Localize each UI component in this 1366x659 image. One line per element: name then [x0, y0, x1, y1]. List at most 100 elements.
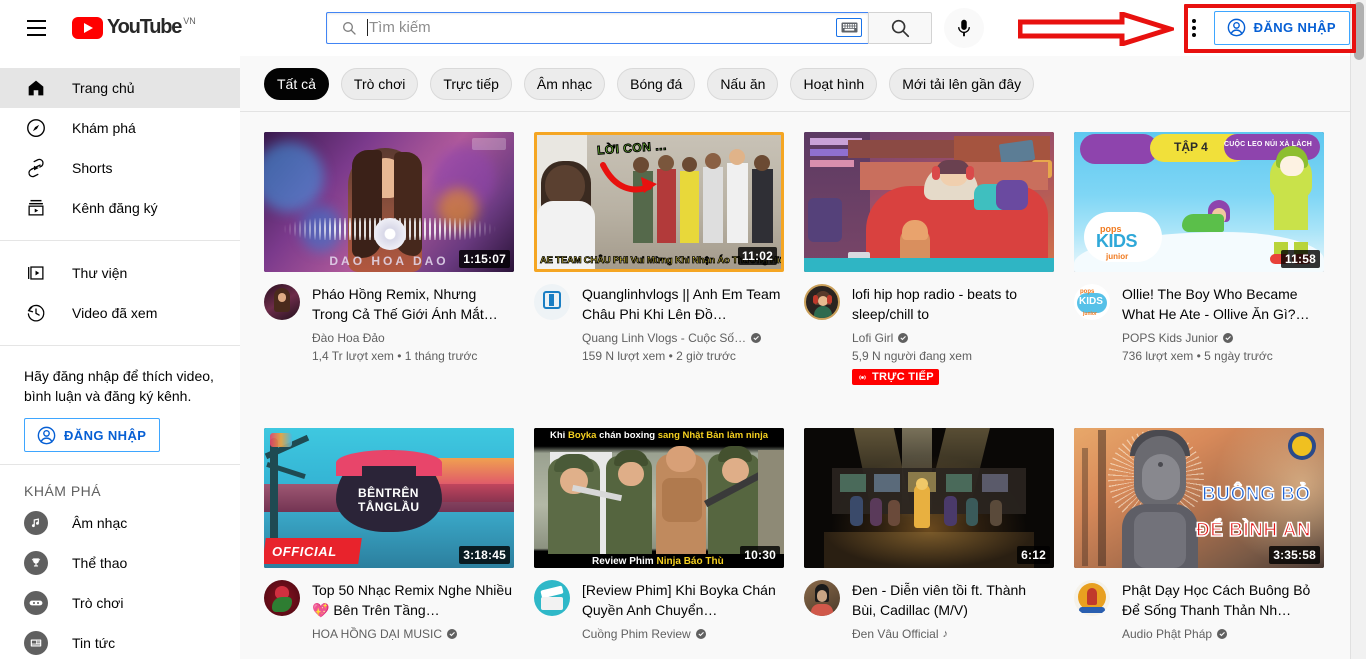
- video-card[interactable]: 6:12 Đen - Diễn viên tồi ft. Thành Bùi, …: [804, 427, 1054, 643]
- video-title[interactable]: Quanglinhvlogs || Anh Em Team Châu Phi K…: [582, 284, 784, 324]
- news-icon: [24, 631, 48, 655]
- sidebar-divider-3: [0, 464, 240, 465]
- video-channel[interactable]: Đen Vâu Official ♪: [852, 625, 1054, 643]
- video-card[interactable]: lofi hip hop radio - beats to sleep/chil…: [804, 132, 1054, 388]
- sidebar-signin-button[interactable]: ĐĂNG NHẬP: [24, 418, 161, 452]
- video-channel[interactable]: Lofi Girl: [852, 329, 1054, 347]
- chip-music[interactable]: Âm nhạc: [523, 67, 606, 100]
- sidebar-item-explore[interactable]: Khám phá: [0, 108, 240, 148]
- sidebar-item-sports[interactable]: Thể thao: [0, 543, 240, 583]
- video-stats: 736 lượt xem • 5 ngày trước: [1122, 349, 1273, 363]
- video-thumbnail[interactable]: BUÔNG BỎ ĐỂ BÌNH AN 3:35:58: [1074, 427, 1324, 568]
- home-icon: [24, 76, 48, 100]
- video-title[interactable]: Top 50 Nhạc Remix Nghe Nhiều 💖 Bên Trên …: [312, 580, 514, 620]
- chip-all[interactable]: Tất cả: [264, 67, 329, 100]
- signin-promo-text: Hãy đăng nhập để thích video, bình luận …: [24, 368, 214, 404]
- video-title[interactable]: Ollie! The Boy Who Became What He Ate - …: [1122, 284, 1324, 324]
- sidebar-item-history[interactable]: Video đã xem: [0, 293, 240, 333]
- search-box[interactable]: [326, 11, 868, 44]
- channel-avatar[interactable]: [804, 579, 840, 616]
- more-vertical-icon[interactable]: [1174, 8, 1214, 48]
- video-thumbnail[interactable]: TẬP 4 CUỘC LEO NÚI XÀ LÁCH pops KIDS jun…: [1074, 132, 1324, 272]
- channel-avatar[interactable]: [264, 284, 300, 320]
- sidebar-signin-promo: Hãy đăng nhập để thích video, bình luận …: [0, 358, 240, 452]
- thumbnail-badge-text: OFFICIAL: [272, 543, 337, 559]
- sidebar-item-label: Trang chủ: [72, 80, 135, 96]
- sidebar-item-home[interactable]: Trang chủ: [0, 68, 240, 108]
- video-thumbnail[interactable]: LỜI CON ... AE TEAM CHÂU PHI Vui Mừng Kh…: [534, 132, 784, 272]
- video-card[interactable]: Khi Boyka chán boxing sang Nhật Bản làm …: [534, 427, 784, 643]
- video-title[interactable]: Đen - Diễn viên tồi ft. Thành Bùi, Cadil…: [852, 580, 1054, 620]
- search-input[interactable]: [369, 19, 836, 36]
- video-info: Đen - Diễn viên tồi ft. Thành Bùi, Cadil…: [852, 580, 1054, 643]
- youtube-logo[interactable]: YouTube VN: [72, 16, 196, 39]
- verified-badge-icon: [1223, 333, 1234, 343]
- chip-gaming[interactable]: Trò chơi: [340, 67, 419, 100]
- video-channel[interactable]: HOA HỒNG DẠI MUSIC: [312, 625, 514, 643]
- video-meta: Đen - Diễn viên tồi ft. Thành Bùi, Cadil…: [804, 579, 1054, 643]
- channel-name: POPS Kids Junior: [1122, 331, 1219, 345]
- video-stats: 159 N lượt xem • 2 giờ trước: [582, 349, 736, 363]
- sidebar-item-label: Thư viện: [72, 265, 128, 281]
- video-thumbnail[interactable]: Khi Boyka chán boxing sang Nhật Bản làm …: [534, 427, 784, 568]
- video-channel[interactable]: Audio Phật Pháp: [1122, 625, 1324, 643]
- thumbnail-overlay-text: DAO HOA DAO: [329, 254, 449, 268]
- channel-avatar[interactable]: [264, 579, 300, 616]
- channel-avatar[interactable]: [1074, 579, 1110, 616]
- explore-section-heading: KHÁM PHÁ: [24, 483, 102, 499]
- main-content: Tất cả Trò chơi Trực tiếp Âm nhạc Bóng đ…: [240, 56, 1350, 659]
- video-title[interactable]: lofi hip hop radio - beats to sleep/chil…: [852, 284, 1054, 324]
- scrollbar-thumb[interactable]: [1354, 2, 1364, 60]
- video-duration-badge: 3:18:45: [459, 545, 510, 564]
- channel-avatar[interactable]: [534, 579, 570, 616]
- video-thumbnail[interactable]: DAO HOA DAO 1:15:07: [264, 132, 514, 272]
- sidebar-item-music[interactable]: Âm nhạc: [0, 503, 240, 543]
- sidebar-item-news[interactable]: Tin tức: [0, 623, 240, 659]
- signin-button[interactable]: ĐĂNG NHẬP: [1213, 10, 1350, 45]
- video-thumbnail[interactable]: 6:12: [804, 427, 1054, 568]
- sidebar-divider-2: [0, 345, 240, 346]
- video-channel[interactable]: Cuồng Phim Review: [582, 625, 784, 643]
- sidebar-item-label: Kênh đăng ký: [72, 200, 158, 216]
- video-card[interactable]: DAO HOA DAO 1:15:07 Pháo Hồng Remix, Như…: [264, 132, 514, 388]
- sidebar-item-subscriptions[interactable]: Kênh đăng ký: [0, 188, 240, 228]
- thumbnail-top-caption: Khi Boyka chán boxing sang Nhật Bản làm …: [550, 429, 769, 441]
- page-scrollbar[interactable]: [1350, 0, 1366, 659]
- video-title[interactable]: [Review Phim] Khi Boyka Chán Quyền Anh C…: [582, 580, 784, 620]
- video-card[interactable]: TẬP 4 CUỘC LEO NÚI XÀ LÁCH pops KIDS jun…: [1074, 132, 1324, 388]
- hamburger-menu-icon[interactable]: [16, 8, 56, 48]
- channel-name: Lofi Girl: [852, 331, 894, 345]
- channel-avatar[interactable]: [534, 284, 570, 320]
- video-channel[interactable]: Quang Linh Vlogs - Cuộc Số…: [582, 329, 784, 347]
- chip-animation[interactable]: Hoạt hình: [790, 67, 878, 100]
- video-title[interactable]: Pháo Hồng Remix, Nhưng Trong Cả Thế Giới…: [312, 284, 514, 324]
- sidebar-item-library[interactable]: Thư viện: [0, 253, 240, 293]
- chip-live[interactable]: Trực tiếp: [430, 67, 512, 100]
- channel-avatar[interactable]: pops KIDS junior: [1074, 284, 1110, 320]
- video-thumbnail[interactable]: [804, 132, 1054, 272]
- video-title[interactable]: Phật Dạy Học Cách Buông Bỏ Để Sống Thanh…: [1122, 580, 1324, 620]
- video-grid-scroll-region[interactable]: DAO HOA DAO 1:15:07 Pháo Hồng Remix, Như…: [240, 112, 1350, 658]
- video-card[interactable]: BUÔNG BỎ ĐỂ BÌNH AN 3:35:58 Phật Dạy Học…: [1074, 427, 1324, 643]
- video-card[interactable]: BÊNTRÊN TÅNGLẦU OFFICIAL 3:18:45 Top 50 …: [264, 427, 514, 643]
- video-thumbnail[interactable]: BÊNTRÊN TÅNGLẦU OFFICIAL 3:18:45: [264, 427, 514, 568]
- sidebar-item-gaming[interactable]: Trò chơi: [0, 583, 240, 623]
- topbar-left-group: YouTube VN: [0, 8, 230, 48]
- chip-recently-uploaded[interactable]: Mới tải lên gần đây: [889, 67, 1035, 100]
- video-card[interactable]: LỜI CON ... AE TEAM CHÂU PHI Vui Mừng Kh…: [534, 132, 784, 388]
- live-badge: TRỰC TIẾP: [852, 369, 939, 385]
- shorts-icon: [24, 156, 48, 180]
- video-channel[interactable]: POPS Kids Junior: [1122, 329, 1324, 347]
- video-channel[interactable]: Đào Hoa Đảo: [312, 329, 514, 347]
- video-info: [Review Phim] Khi Boyka Chán Quyền Anh C…: [582, 580, 784, 643]
- voice-search-button[interactable]: [944, 7, 984, 48]
- keyboard-icon[interactable]: [836, 18, 862, 37]
- microphone-icon: [958, 19, 970, 36]
- topbar-right-group: ĐĂNG NHẬP: [1174, 8, 1366, 48]
- search-submit-button[interactable]: [868, 11, 932, 44]
- channel-avatar[interactable]: [804, 284, 840, 320]
- chip-cooking[interactable]: Nấu ăn: [707, 67, 779, 100]
- chip-football[interactable]: Bóng đá: [617, 67, 696, 100]
- sidebar-item-label: Shorts: [72, 160, 113, 176]
- sidebar-item-shorts[interactable]: Shorts: [0, 148, 240, 188]
